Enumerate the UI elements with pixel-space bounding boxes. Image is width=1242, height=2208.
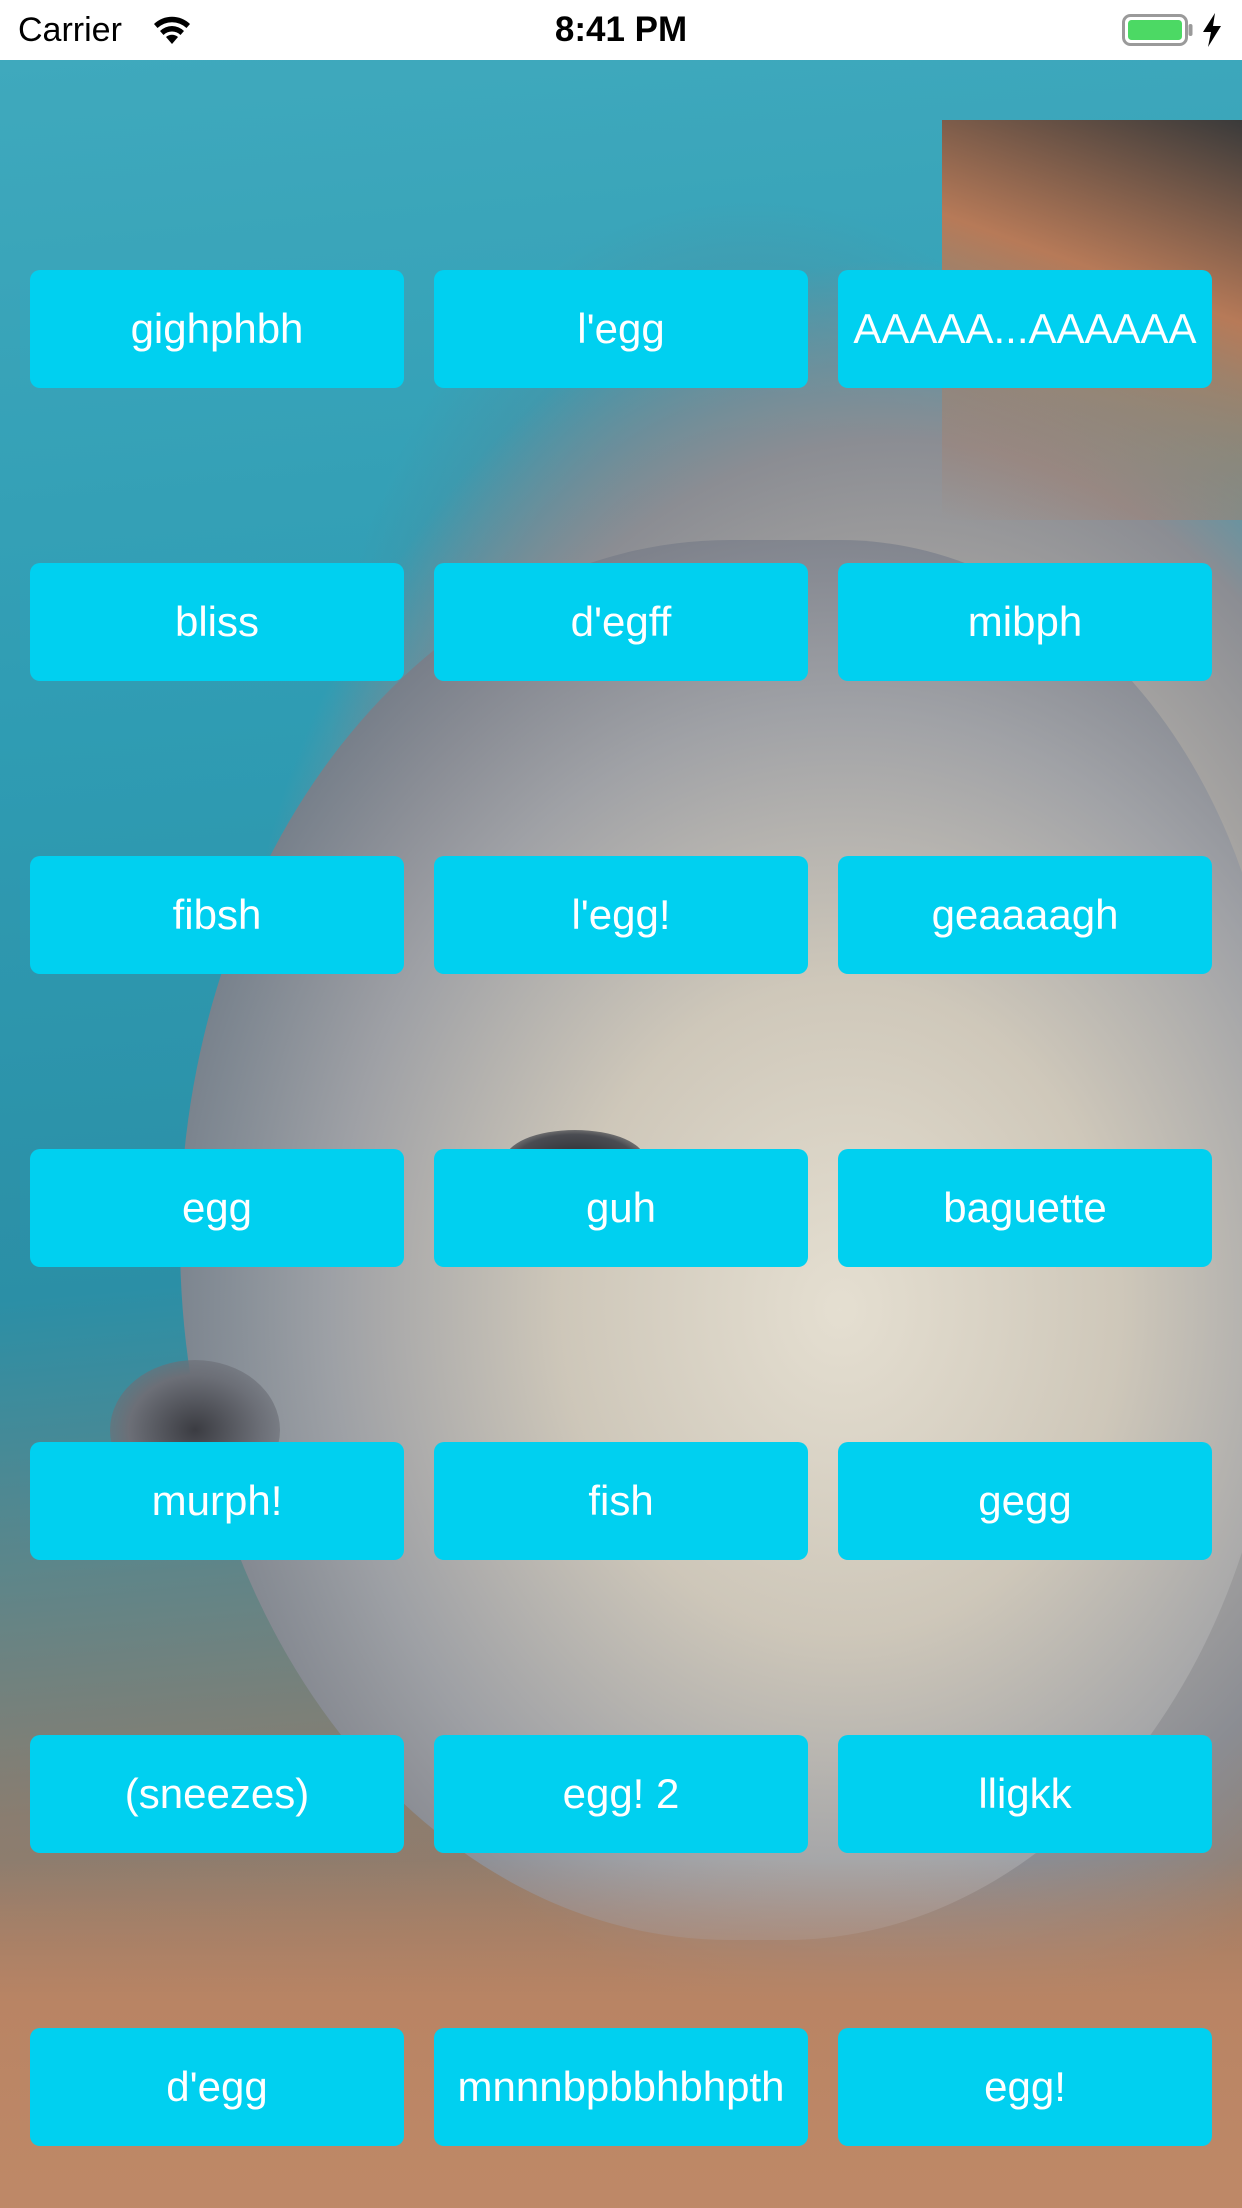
sound-button[interactable]: guh — [434, 1149, 808, 1267]
sound-button[interactable]: gighphbh — [30, 270, 404, 388]
sound-button[interactable]: lligkk — [838, 1735, 1212, 1853]
sound-button[interactable]: egg — [30, 1149, 404, 1267]
sound-button[interactable]: AAAAA...AAAAAA — [838, 270, 1212, 388]
sound-button[interactable]: d'egg — [30, 2028, 404, 2146]
sound-button[interactable]: l'egg — [434, 270, 808, 388]
sound-button[interactable]: bliss — [30, 563, 404, 681]
sound-button[interactable]: mibph — [838, 563, 1212, 681]
sound-button[interactable]: fibsh — [30, 856, 404, 974]
status-time: 8:41 PM — [554, 10, 688, 49]
sound-button[interactable]: geaaaagh — [838, 856, 1212, 974]
app-screen: Carrier 8:41 PM gighphbh l'egg AAAAA...A… — [0, 0, 1242, 2208]
sound-button-grid: gighphbh l'egg AAAAA...AAAAAA bliss d'eg… — [30, 270, 1212, 2146]
sound-button[interactable]: murph! — [30, 1442, 404, 1560]
sound-button[interactable]: fish — [434, 1442, 808, 1560]
sound-button[interactable]: gegg — [838, 1442, 1212, 1560]
sound-button[interactable]: l'egg! — [434, 856, 808, 974]
battery-icon — [1122, 14, 1194, 46]
sound-button[interactable]: egg! 2 — [434, 1735, 808, 1853]
sound-button[interactable]: baguette — [838, 1149, 1212, 1267]
sound-button[interactable]: egg! — [838, 2028, 1212, 2146]
status-bar: Carrier 8:41 PM — [0, 0, 1242, 60]
sound-button[interactable]: d'egff — [434, 563, 808, 681]
charging-bolt-icon — [1200, 12, 1224, 48]
sound-button[interactable]: mnnnbpbbhbhpth — [434, 2028, 808, 2146]
sound-button[interactable]: (sneezes) — [30, 1735, 404, 1853]
